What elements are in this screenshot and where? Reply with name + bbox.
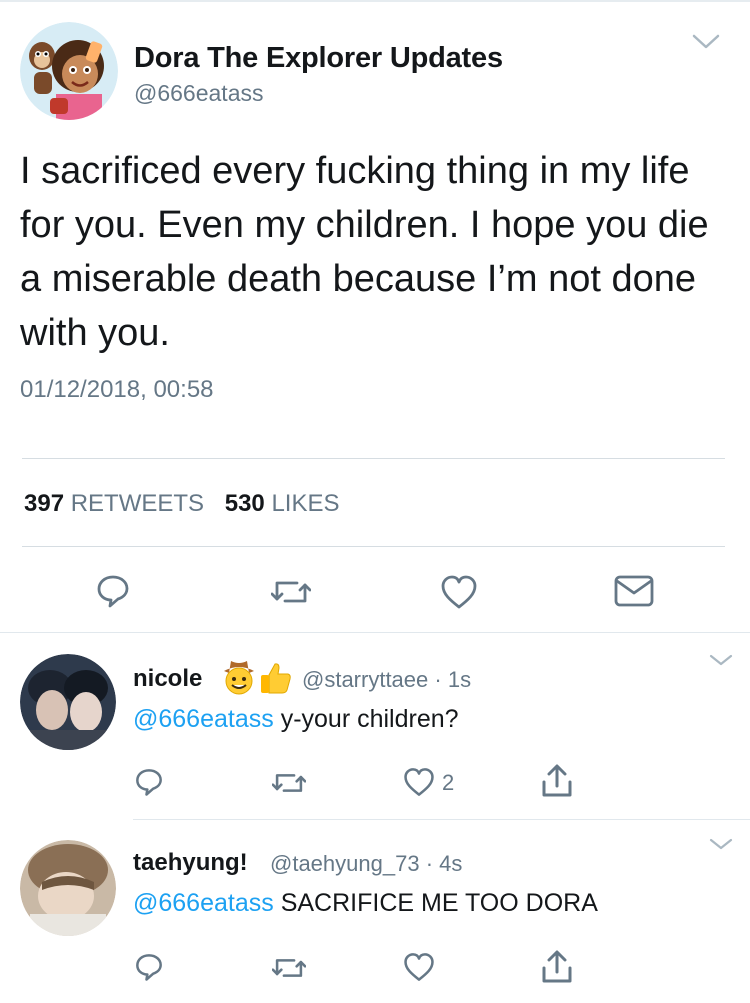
mention-link[interactable]: @666eatass — [133, 889, 274, 917]
reply-text: @666eatass y-your children? — [133, 705, 459, 734]
reply-time[interactable]: 4s — [439, 851, 462, 876]
divider — [133, 819, 750, 820]
heart-icon[interactable] — [403, 767, 435, 802]
meta-separator: · — [425, 851, 434, 876]
reply-text: @666eatass SACRIFICE ME TOO DORA — [133, 889, 598, 918]
like-count[interactable]: 530 — [225, 490, 265, 517]
avatar[interactable] — [20, 22, 118, 120]
chevron-down-icon[interactable] — [690, 30, 722, 52]
heart-icon[interactable] — [440, 575, 478, 614]
chevron-down-icon[interactable] — [708, 652, 734, 668]
reply-handle[interactable]: @starryttaee — [302, 667, 428, 692]
like-label[interactable]: LIKES — [271, 490, 339, 517]
thumbs-up-icon — [259, 661, 293, 700]
reply-handle[interactable]: @taehyung_73 — [270, 851, 420, 876]
divider — [0, 632, 750, 633]
heart-icon[interactable] — [403, 952, 435, 987]
retweet-icon[interactable] — [271, 955, 307, 986]
tweet-stats: 397 RETWEETS 530 LIKES — [24, 490, 340, 518]
top-divider — [0, 0, 750, 2]
tweet-timestamp: 01/12/2018, 00:58 — [20, 376, 214, 403]
retweet-icon[interactable] — [271, 770, 307, 801]
mention-link[interactable]: @666eatass — [133, 705, 274, 733]
retweet-icon[interactable] — [270, 577, 312, 612]
display-name[interactable]: Dora The Explorer Updates — [134, 42, 503, 75]
reply-time[interactable]: 1s — [448, 667, 471, 692]
retweet-label[interactable]: RETWEETS — [71, 490, 204, 517]
meta-separator: · — [434, 667, 442, 692]
reply-like-count: 2 — [442, 770, 455, 795]
cowboy-face-icon — [222, 659, 256, 700]
divider — [22, 458, 725, 459]
chevron-down-icon[interactable] — [708, 836, 734, 852]
avatar[interactable] — [20, 654, 116, 750]
envelope-icon[interactable] — [614, 575, 654, 612]
reply-meta: @taehyung_73 · 4s — [270, 851, 462, 877]
retweet-count[interactable]: 397 — [24, 490, 64, 517]
share-icon[interactable] — [540, 764, 574, 803]
divider — [22, 546, 725, 547]
reply-display-name[interactable]: taehyung! — [133, 849, 248, 877]
reply-icon[interactable] — [134, 767, 164, 802]
reply-icon[interactable] — [134, 952, 164, 987]
reply-icon[interactable] — [95, 573, 131, 614]
tweet-text: I sacrificed every fucking thing in my l… — [20, 150, 709, 354]
reply-meta: @starryttaee · 1s — [302, 667, 471, 693]
share-icon[interactable] — [540, 950, 574, 989]
reply-body: SACRIFICE ME TOO DORA — [273, 889, 598, 917]
reply-body: y-your children? — [273, 705, 459, 733]
user-handle[interactable]: @666eatass — [134, 80, 264, 107]
avatar[interactable] — [20, 840, 116, 936]
reply-display-name[interactable]: nicole — [133, 665, 202, 693]
